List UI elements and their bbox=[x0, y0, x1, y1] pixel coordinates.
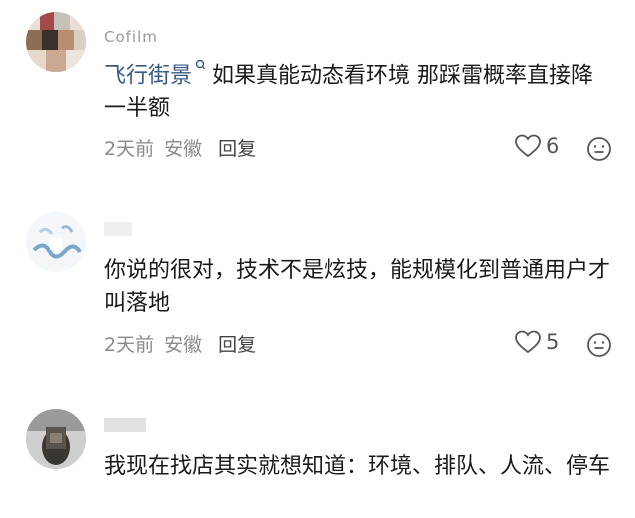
timestamp: 2天前 bbox=[104, 138, 155, 160]
like-button[interactable]: 5 bbox=[514, 329, 559, 355]
username[interactable] bbox=[104, 418, 146, 432]
comment-meta: 2天前 安徽 回复 bbox=[104, 330, 266, 357]
location: 安徽 bbox=[164, 138, 203, 160]
mention-link[interactable]: 飞行街景 bbox=[104, 63, 192, 88]
avatar[interactable] bbox=[26, 12, 86, 72]
react-button[interactable] bbox=[586, 136, 612, 162]
timestamp: 2天前 bbox=[104, 334, 155, 356]
avatar[interactable] bbox=[26, 409, 86, 469]
reply-button[interactable]: 回复 bbox=[218, 138, 256, 160]
comment-text: 你说的很对，技术不是炫技，能规模化到普通用户才叫落地 bbox=[104, 258, 611, 316]
like-button[interactable]: 6 bbox=[514, 133, 559, 159]
username[interactable] bbox=[104, 222, 132, 236]
reply-button[interactable]: 回复 bbox=[218, 334, 256, 356]
smiley-face-icon bbox=[587, 137, 611, 161]
comment-text: 我现在找店其实就想知道：环境、排队、人流、停车 bbox=[104, 454, 611, 479]
smiley-face-icon bbox=[587, 333, 611, 357]
heart-outline-icon bbox=[515, 330, 541, 354]
like-count: 5 bbox=[546, 330, 560, 354]
comment-text: 飞行街景 如果真能动态看环境 那踩雷概率直接降一半额 bbox=[104, 58, 614, 125]
like-count: 6 bbox=[546, 134, 560, 158]
avatar[interactable] bbox=[26, 212, 86, 272]
username[interactable]: Cofilm bbox=[104, 30, 158, 44]
heart-outline-icon bbox=[515, 134, 541, 158]
react-button[interactable] bbox=[586, 332, 612, 358]
location: 安徽 bbox=[164, 334, 203, 356]
mention-marker-icon bbox=[192, 59, 212, 88]
comment-meta: 2天前 安徽 回复 bbox=[104, 134, 266, 161]
